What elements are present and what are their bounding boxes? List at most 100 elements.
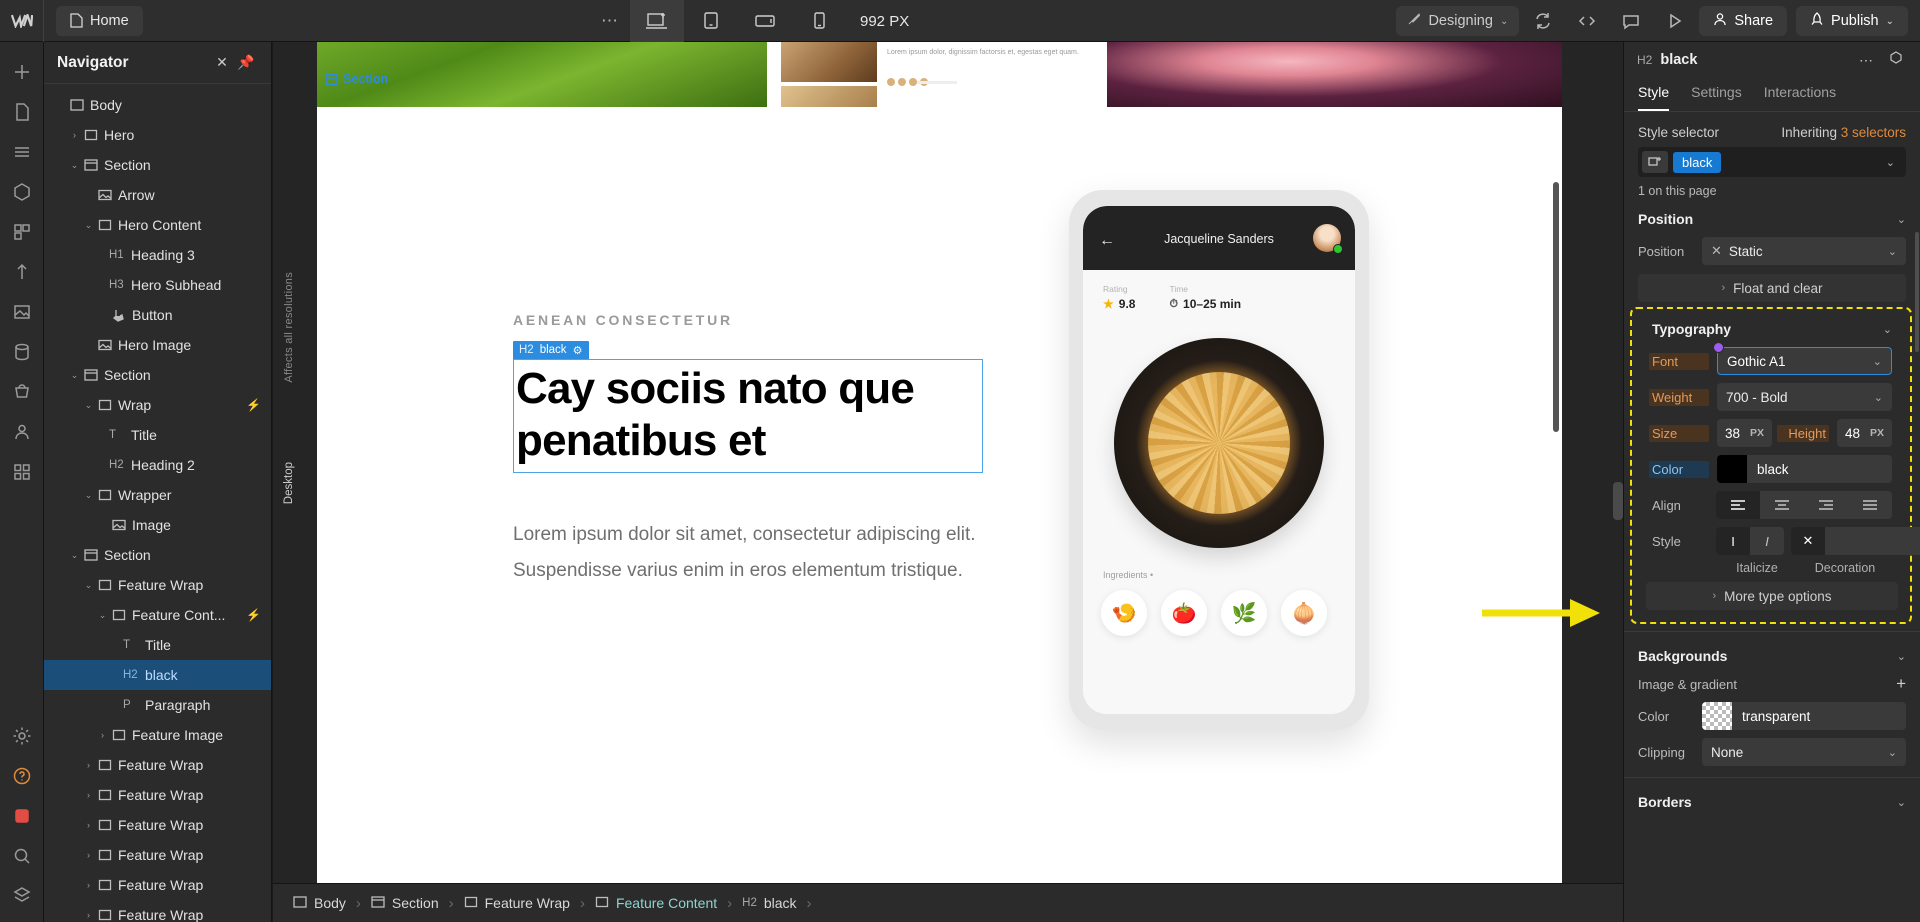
navigator-item-feature-wrap[interactable]: › Feature Wrap	[44, 810, 271, 840]
align-segmented-control[interactable]	[1716, 491, 1892, 519]
refresh-icon[interactable]	[1523, 0, 1563, 42]
chevron-down-icon[interactable]: ⌄	[1897, 213, 1906, 226]
navigator-item-title[interactable]: T Title	[44, 420, 271, 450]
strikethrough-icon[interactable]	[1825, 527, 1859, 555]
gear-icon[interactable]: ⚙	[573, 344, 583, 357]
navigator-item-black[interactable]: H2 black	[44, 660, 271, 690]
code-icon[interactable]	[1567, 0, 1607, 42]
chevron-down-icon[interactable]: ⌄	[1897, 650, 1906, 663]
navigator-item-wrap[interactable]: ⌄ Wrap ⚡	[44, 390, 271, 420]
breakpoint-mobile-landscape[interactable]	[738, 0, 792, 42]
breadcrumb-item-section[interactable]: Section	[361, 895, 449, 912]
chevron-right-icon[interactable]: ›	[96, 730, 109, 740]
navigator-item-paragraph[interactable]: P Paragraph	[44, 690, 271, 720]
breadcrumb-item-black[interactable]: H2 black	[732, 895, 806, 911]
ecommerce-icon[interactable]	[0, 372, 44, 412]
navigator-item-section[interactable]: ⌄ Section	[44, 150, 271, 180]
borders-section-header[interactable]: Borders ⌄	[1624, 785, 1920, 816]
design-canvas-page[interactable]: Lorem ipsum dolor, dignissim factorsis e…	[317, 42, 1562, 905]
height-input[interactable]: 48 PX	[1837, 419, 1892, 447]
navigator-item-feature-wrap[interactable]: › Feature Wrap	[44, 840, 271, 870]
selector-chip[interactable]: black	[1673, 151, 1722, 173]
tab-interactions[interactable]: Interactions	[1764, 78, 1836, 111]
selected-element-badge[interactable]: H2 black ⚙	[513, 341, 590, 359]
navigator-item-section[interactable]: ⌄ Section	[44, 360, 271, 390]
pages-icon[interactable]	[0, 92, 44, 132]
style-panel-tabs[interactable]: Style Settings Interactions	[1624, 78, 1920, 112]
navigator-item-button[interactable]: Button	[44, 300, 271, 330]
chevron-down-icon[interactable]: ⌄	[82, 400, 95, 411]
breakpoint-desktop[interactable]	[630, 0, 684, 42]
cms-icon[interactable]	[0, 332, 44, 372]
navigator-item-feature-wrap[interactable]: › Feature Wrap	[44, 900, 271, 922]
transparent-swatch[interactable]	[1702, 702, 1732, 730]
chevron-right-icon[interactable]: ›	[82, 820, 95, 830]
float-and-clear-button[interactable]: › Float and clear	[1638, 274, 1906, 302]
feature-content-block[interactable]: AENEAN CONSECTETUR H2 black ⚙ Cay sociis…	[513, 312, 983, 589]
chevron-down-icon[interactable]: ⌄	[68, 550, 81, 561]
help-icon[interactable]	[0, 756, 44, 796]
components-icon[interactable]	[0, 172, 44, 212]
italic-text-icon[interactable]: I	[1750, 527, 1784, 555]
ellipsis-icon[interactable]: ⋯	[1855, 52, 1877, 69]
selector-field[interactable]: black ⌄	[1638, 147, 1906, 177]
underline-icon[interactable]	[1859, 527, 1893, 555]
no-decoration-icon[interactable]: ✕	[1791, 527, 1825, 555]
chevron-right-icon[interactable]: ›	[68, 130, 81, 140]
interactions-icon[interactable]	[0, 252, 44, 292]
pin-icon[interactable]: 📌	[234, 54, 258, 71]
font-select[interactable]: Gothic A1 ⌄	[1713, 342, 1892, 375]
preview-play-icon[interactable]	[1655, 0, 1695, 42]
chevron-down-icon[interactable]: ⌄	[82, 580, 95, 591]
inheriting-text[interactable]: Inheriting 3 selectors	[1781, 125, 1906, 140]
text-color-field[interactable]: black	[1717, 455, 1892, 483]
backgrounds-section-header[interactable]: Backgrounds ⌄	[1624, 639, 1920, 670]
publish-button[interactable]: Publish ⌄	[1796, 6, 1908, 36]
chevron-right-icon[interactable]: ›	[82, 790, 95, 800]
users-icon[interactable]	[0, 412, 44, 452]
clipping-select[interactable]: None ⌄	[1702, 738, 1906, 766]
color-swatch[interactable]	[1717, 455, 1747, 483]
tab-style[interactable]: Style	[1638, 78, 1670, 111]
breadcrumb[interactable]: Body › Section › Feature Wrap › Feature Conten…	[273, 883, 1623, 922]
overline-icon[interactable]	[1893, 527, 1920, 555]
navigator-item-title[interactable]: T Title	[44, 630, 271, 660]
navigator-item-image[interactable]: Image	[44, 510, 271, 540]
navigator-item-feature-wrap[interactable]: › Feature Wrap	[44, 870, 271, 900]
italicize-control[interactable]: I I	[1716, 527, 1784, 555]
mode-selector[interactable]: Designing ⌄	[1396, 6, 1520, 36]
chevron-right-icon[interactable]: ›	[82, 850, 95, 860]
navigator-item-feature-wrap[interactable]: › Feature Wrap	[44, 750, 271, 780]
apps-icon[interactable]	[0, 452, 44, 492]
chevron-down-icon[interactable]: ⌄	[82, 490, 95, 501]
create-component-icon[interactable]	[1885, 51, 1907, 69]
navigator-tree[interactable]: Body › Hero ⌄ Section Arrow ⌄ Hero Content H1 Hea…	[44, 84, 271, 922]
chevron-right-icon[interactable]: ›	[82, 880, 95, 890]
align-right-icon[interactable]	[1804, 491, 1848, 519]
navigator-item-feature-cont[interactable]: ⌄ Feature Cont... ⚡	[44, 600, 271, 630]
tab-settings[interactable]: Settings	[1691, 78, 1742, 111]
navigator-item-feature-wrap[interactable]: ⌄ Feature Wrap	[44, 570, 271, 600]
canvas-area[interactable]: Affects all resolutions Desktop Lorem ip…	[273, 42, 1623, 905]
assets-icon[interactable]	[0, 292, 44, 332]
navigator-item-arrow[interactable]: Arrow	[44, 180, 271, 210]
size-input[interactable]: 38 PX	[1717, 419, 1772, 447]
navigator-icon[interactable]	[0, 132, 44, 172]
navigator-item-section[interactable]: ⌄ Section	[44, 540, 271, 570]
more-type-options-button[interactable]: › More type options	[1646, 582, 1898, 610]
right-panel-scrollbar[interactable]	[1915, 232, 1919, 352]
align-left-icon[interactable]	[1716, 491, 1760, 519]
webflow-logo-icon[interactable]	[0, 0, 44, 42]
home-tab[interactable]: Home	[56, 5, 143, 36]
plus-icon[interactable]: +	[1896, 674, 1906, 694]
comment-icon[interactable]	[1611, 0, 1651, 42]
settings-gear-icon[interactable]	[0, 716, 44, 756]
share-button[interactable]: Share	[1699, 6, 1788, 36]
add-icon[interactable]	[0, 52, 44, 92]
chevron-down-icon[interactable]: ⌄	[1883, 323, 1892, 336]
panel-resize-handle[interactable]	[1613, 482, 1623, 520]
video-record-icon[interactable]	[0, 796, 44, 836]
chevron-down-icon[interactable]: ⌄	[96, 610, 109, 621]
variables-icon[interactable]	[0, 212, 44, 252]
navigator-item-heading-3[interactable]: H1 Heading 3	[44, 240, 271, 270]
